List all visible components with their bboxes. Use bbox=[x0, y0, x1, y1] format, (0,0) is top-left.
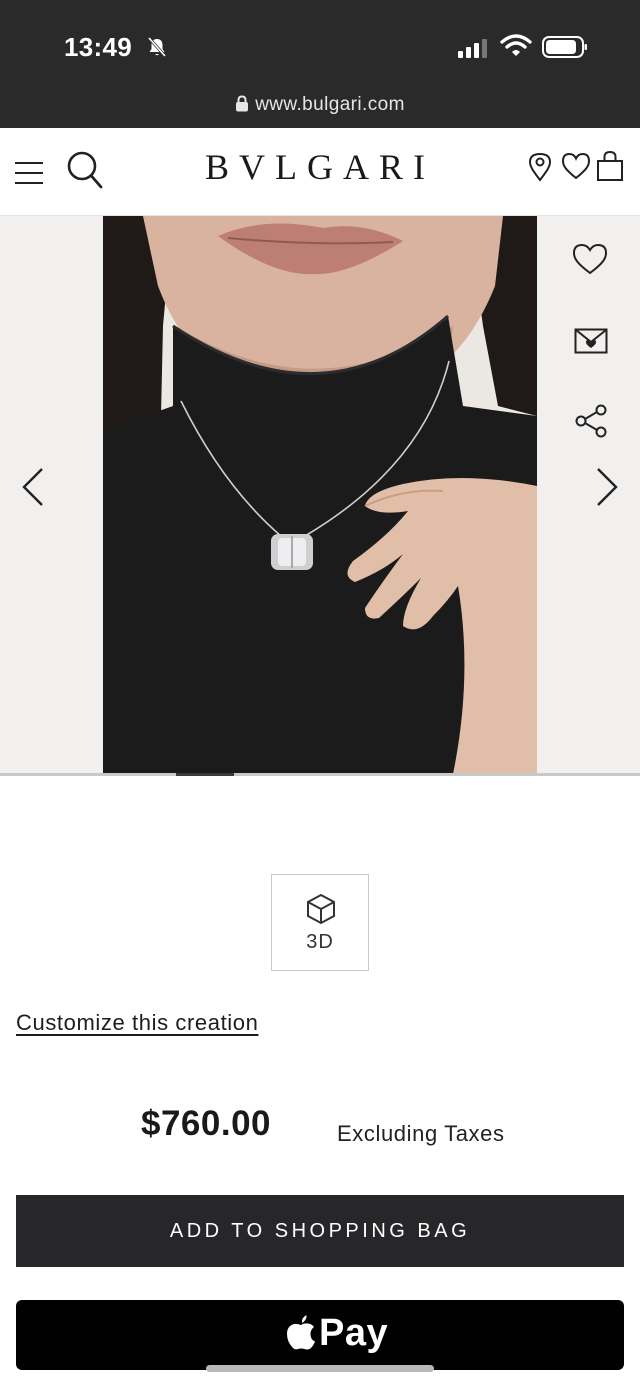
product-photo bbox=[103, 216, 537, 774]
mail-icon[interactable] bbox=[574, 328, 608, 354]
gallery-progress bbox=[0, 773, 640, 776]
lock-icon bbox=[236, 95, 249, 112]
bell-muted-icon bbox=[147, 37, 167, 57]
view-3d-label: 3D bbox=[306, 931, 334, 953]
gallery-progress-fill bbox=[176, 773, 234, 776]
apple-logo-icon bbox=[287, 1315, 315, 1350]
add-to-bag-button[interactable]: ADD TO SHOPPING BAG bbox=[16, 1195, 624, 1267]
heart-icon[interactable] bbox=[561, 152, 591, 180]
customize-link[interactable]: Customize this creation bbox=[16, 1010, 258, 1036]
browser-top-bar: 13:49 www.bulgari.com bbox=[0, 0, 640, 128]
chevron-left-icon[interactable] bbox=[20, 466, 46, 508]
product-price: $760.00 bbox=[141, 1104, 272, 1143]
apple-pay-label: Pay bbox=[319, 1312, 389, 1354]
wifi-icon bbox=[500, 34, 532, 56]
location-icon[interactable] bbox=[528, 152, 552, 182]
address-bar[interactable]: www.bulgari.com bbox=[0, 94, 640, 116]
url-text: www.bulgari.com bbox=[255, 94, 405, 115]
battery-icon bbox=[542, 36, 587, 58]
cube-icon bbox=[307, 893, 335, 925]
home-indicator[interactable] bbox=[206, 1365, 434, 1372]
price-tax-note: Excluding Taxes bbox=[337, 1121, 505, 1146]
status-time: 13:49 bbox=[64, 32, 132, 62]
wishlist-heart-icon[interactable] bbox=[572, 242, 608, 276]
chevron-right-icon[interactable] bbox=[594, 466, 620, 508]
signal-icon bbox=[458, 39, 487, 58]
product-gallery[interactable] bbox=[0, 216, 640, 774]
shopping-bag-icon[interactable] bbox=[596, 150, 624, 182]
view-3d-button[interactable]: 3D bbox=[271, 874, 369, 971]
apple-pay-button[interactable]: Pay bbox=[16, 1300, 624, 1370]
share-icon[interactable] bbox=[574, 404, 608, 438]
site-header: BVLGARI bbox=[0, 128, 640, 216]
